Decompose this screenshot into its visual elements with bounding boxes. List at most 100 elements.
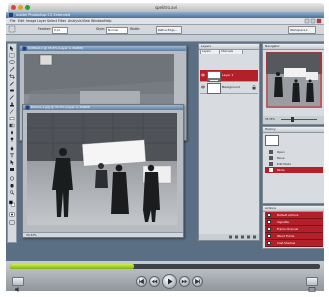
menu-select[interactable]: Select <box>47 18 57 24</box>
menu-window[interactable]: Window <box>91 18 104 24</box>
menu-file[interactable]: File <box>10 18 16 24</box>
playback-progress-bar[interactable] <box>10 264 320 269</box>
layers-panel: Layers Layers Channels Layer 1 Backgroun… <box>198 43 260 241</box>
menu-image[interactable]: Image <box>26 18 36 24</box>
workspace-button[interactable]: Workspace ▾ <box>288 26 316 34</box>
visibility-eye-icon[interactable] <box>201 73 205 77</box>
fullscreen-button[interactable] <box>306 277 318 292</box>
document-front-statusbar: 33,33% <box>23 232 183 237</box>
brush-tool-icon[interactable] <box>9 95 15 100</box>
menu-layer[interactable]: Layer <box>37 18 46 24</box>
layer-thumbnail <box>207 83 221 94</box>
path-selection-icon[interactable] <box>9 160 15 165</box>
protest-photo <box>27 113 177 225</box>
action-toggle-checkbox[interactable] <box>267 220 271 224</box>
previous-button[interactable] <box>136 276 147 287</box>
options-bar: Feather: 0 px Style: Normal Width: Refin… <box>6 25 324 35</box>
panel-dock-strip <box>6 35 324 42</box>
magic-wand-icon[interactable] <box>9 67 15 72</box>
action-row[interactable]: Vignette <box>265 219 323 226</box>
navigator-zoom-bar[interactable]: 33,33% <box>263 116 324 124</box>
menu-analysis[interactable]: Analysis <box>68 18 82 24</box>
navigator-panel-title: Navigator <box>265 44 280 48</box>
screen-mode-icon[interactable] <box>9 220 15 225</box>
feather-input[interactable]: 0 px <box>52 27 68 34</box>
menu-edit[interactable]: Edit <box>18 18 24 24</box>
width-label: Width: <box>130 27 141 31</box>
tab-layers[interactable]: Layers <box>200 49 220 54</box>
pen-tool-icon[interactable] <box>9 146 15 151</box>
video-player-controls <box>6 261 324 292</box>
3d-rotate-icon[interactable] <box>9 176 15 181</box>
screenshot-frame: spektro.avi Adobe Photoshop CS Extended … <box>0 0 329 292</box>
action-toggle-checkbox[interactable] <box>267 213 271 217</box>
volume-button[interactable] <box>12 277 24 292</box>
layer-row-background[interactable]: Background <box>200 82 258 94</box>
style-select[interactable]: Normal <box>106 27 128 34</box>
rewind-button[interactable] <box>149 276 160 287</box>
next-icon <box>195 278 200 285</box>
history-panel-title: History <box>265 127 276 131</box>
history-brush-icon[interactable] <box>9 109 15 114</box>
eraser-tool-icon[interactable] <box>9 116 15 121</box>
action-row[interactable]: Frame Channel <box>265 226 323 233</box>
navigator-panel: Navigator 33,33% <box>262 43 324 125</box>
menu-filter[interactable]: Filter <box>58 18 66 24</box>
history-panel-header[interactable]: History <box>263 127 324 133</box>
photoshop-menubar: File Edit Image Layer Select Filter Anal… <box>6 18 324 25</box>
type-tool-icon[interactable] <box>9 153 15 158</box>
video-window-titlebar: spektro.avi <box>8 3 324 12</box>
shape-tool-icon[interactable] <box>9 167 15 172</box>
history-row-selected[interactable]: Paste <box>265 167 323 173</box>
playback-progress-fill <box>10 264 134 269</box>
color-swatches-icon[interactable] <box>9 200 15 208</box>
layer-actions-bar <box>199 234 259 240</box>
move-tool-icon[interactable] <box>9 46 15 51</box>
gradient-tool-icon[interactable] <box>9 123 15 128</box>
photoshop-screen: Adobe Photoshop CS Extended File Edit Im… <box>6 12 324 261</box>
eyedropper-icon[interactable] <box>9 81 15 86</box>
crop-tool-icon[interactable] <box>9 74 15 79</box>
zoom-slider-thumb[interactable] <box>291 117 294 122</box>
menu-view[interactable]: View <box>82 18 90 24</box>
actions-panel-title: Actions <box>265 206 276 210</box>
navigator-panel-header[interactable]: Navigator <box>263 44 324 50</box>
healing-brush-icon[interactable] <box>9 88 15 93</box>
zoom-tool-icon[interactable] <box>9 190 15 195</box>
action-row[interactable]: Cast Shadow <box>265 240 323 247</box>
dodge-tool-icon[interactable] <box>9 137 15 142</box>
style-label: Style: <box>96 27 106 31</box>
blur-tool-icon[interactable] <box>9 130 15 135</box>
refine-edge-button[interactable]: Refine Edge... <box>156 26 182 34</box>
previous-icon <box>139 278 144 285</box>
quick-mask-icon[interactable] <box>9 212 15 217</box>
zoom-slider[interactable] <box>281 119 317 120</box>
action-row[interactable]: Default Actions <box>265 212 323 219</box>
volume-icon <box>15 287 19 292</box>
document-window-front[interactable]: Demos 1.jpg @ 33,3% (Layer 0, RGB/8) 33,… <box>22 104 184 238</box>
menu-help[interactable]: Help <box>104 18 112 24</box>
marquee-tool-icon[interactable] <box>9 53 15 58</box>
window-controls-icon[interactable] <box>304 18 322 24</box>
tab-channels[interactable]: Channels <box>219 49 243 54</box>
action-toggle-checkbox[interactable] <box>267 234 271 238</box>
clone-stamp-icon[interactable] <box>9 102 15 107</box>
history-snapshot[interactable] <box>265 135 279 146</box>
layer-name: Layer 1 <box>222 73 234 77</box>
action-toggle-checkbox[interactable] <box>267 227 271 231</box>
play-button[interactable] <box>162 274 177 289</box>
action-row[interactable]: Wood Frame <box>265 233 323 240</box>
lasso-tool-icon[interactable] <box>9 60 15 65</box>
marquee-tool-icon[interactable] <box>8 25 16 33</box>
layer-name: Background <box>222 85 240 89</box>
feather-label: Feather: <box>38 27 52 31</box>
hand-tool-icon[interactable] <box>9 183 15 188</box>
visibility-eye-icon[interactable] <box>201 85 205 89</box>
video-window-title: spektro.avi <box>154 5 178 10</box>
fast-forward-button[interactable] <box>179 276 190 287</box>
navigator-preview[interactable] <box>266 52 322 108</box>
next-button[interactable] <box>192 276 203 287</box>
toolbox <box>7 43 17 243</box>
layer-row-layer-1[interactable]: Layer 1 <box>200 70 258 82</box>
action-toggle-checkbox[interactable] <box>267 241 271 245</box>
